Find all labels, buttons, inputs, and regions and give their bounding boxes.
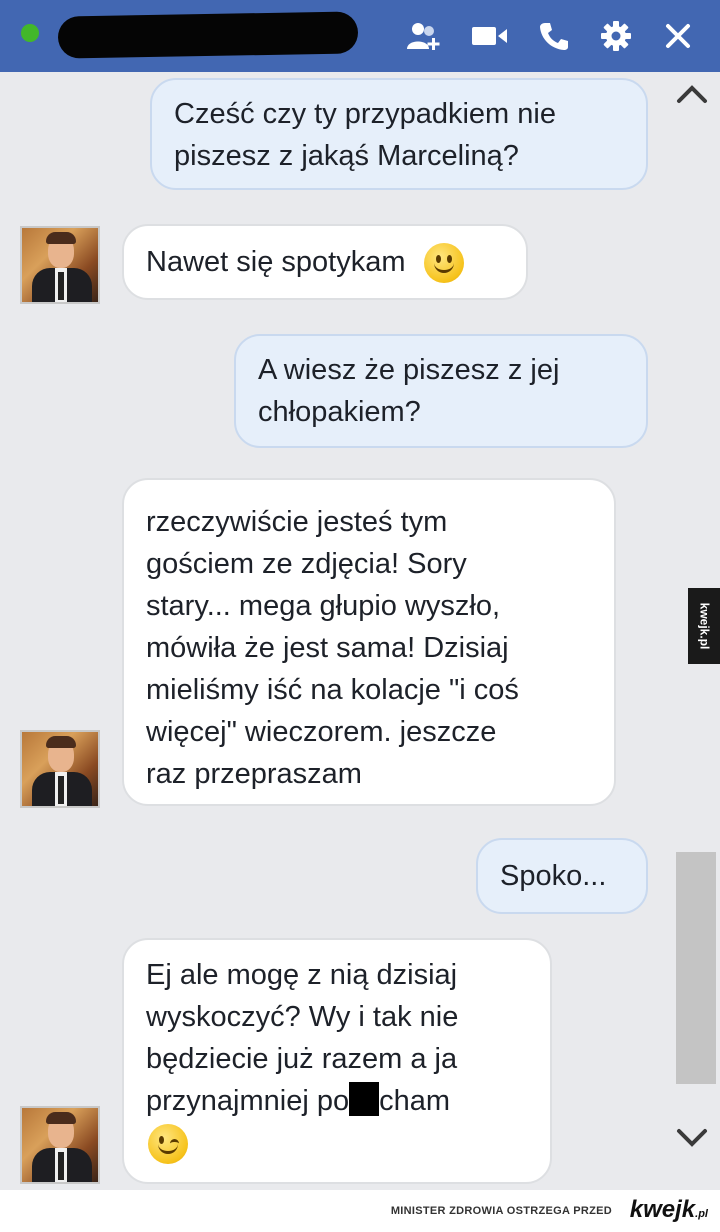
incoming-message: Ej ale mogę z nią dzisiaj wyskoczyć? Wy …: [122, 938, 552, 1184]
outgoing-message: Cześć czy ty przypadkiem nie piszesz z j…: [150, 78, 648, 190]
message-text: cham: [379, 1085, 451, 1117]
message-line: mieliśmy iść na kolacje "i coś: [146, 674, 519, 706]
scroll-down-arrow-icon[interactable]: [672, 1118, 712, 1158]
side-watermark: kwejk.pl: [688, 588, 720, 664]
side-watermark-text: kwejk.pl: [697, 602, 711, 650]
message-line: Ej ale mogę z nią dzisiaj: [146, 959, 458, 991]
message-line: Nawet się spotykam: [146, 246, 406, 278]
message-line: wyskoczyć? Wy i tak nie: [146, 1001, 459, 1033]
incoming-message: rzeczywiście jesteś tym gościem ze zdjęc…: [122, 478, 616, 806]
message-line: A wiesz że piszesz z jej: [258, 354, 560, 386]
wink-emoji-icon: [148, 1124, 188, 1165]
kwejk-logo: kwejk.pl: [630, 1196, 708, 1224]
message-line: Cześć czy ty przypadkiem nie: [174, 98, 556, 130]
message-line: gościem ze zdjęcia! Sory: [146, 548, 467, 580]
chat-header: [0, 0, 720, 72]
message-line: będziecie już razem a ja: [146, 1043, 458, 1075]
scroll-up-arrow-icon[interactable]: [672, 74, 712, 114]
add-person-icon[interactable]: [404, 16, 444, 56]
footer-warning-text: MINISTER ZDROWIA OSTRZEGA PRZED: [390, 1205, 612, 1217]
message-line: stary... mega głupio wyszło,: [146, 590, 501, 622]
scrollbar-thumb[interactable]: [676, 852, 716, 1084]
close-icon[interactable]: [658, 16, 698, 56]
message-line: [146, 1122, 528, 1166]
settings-gear-icon[interactable]: [596, 16, 636, 56]
online-status-indicator: [21, 24, 39, 42]
message-line: rzeczywiście jesteś tym: [146, 506, 448, 538]
incoming-message: Nawet się spotykam: [122, 224, 528, 300]
message-text: przynajmniej po: [146, 1085, 350, 1117]
conversation-area: Cześć czy ty przypadkiem nie piszesz z j…: [0, 72, 720, 1190]
contact-avatar[interactable]: [20, 226, 100, 304]
message-line: mówiła że jest sama! Dzisiaj: [146, 632, 509, 664]
message-line: więcej" wieczorem. jeszcze: [146, 716, 497, 748]
phone-call-icon[interactable]: [534, 16, 574, 56]
message-line: raz przepraszam: [146, 758, 362, 790]
logo-text: kwejk: [629, 1196, 696, 1223]
contact-avatar[interactable]: [20, 1106, 100, 1184]
smile-emoji-icon: [423, 243, 464, 284]
message-line: Spoko...: [500, 860, 607, 892]
contact-avatar[interactable]: [20, 730, 100, 808]
censor-block: [349, 1082, 380, 1116]
message-line: przynajmniej po cham: [146, 1080, 528, 1122]
message-line: piszesz z jakąś Marceliną?: [174, 140, 519, 172]
logo-suffix: .pl: [695, 1208, 708, 1220]
footer-watermark: MINISTER ZDROWIA OSTRZEGA PRZED kwejk.pl: [0, 1190, 720, 1232]
video-call-icon[interactable]: [470, 16, 510, 56]
outgoing-message: Spoko...: [476, 838, 648, 914]
redacted-contact-name: [57, 11, 359, 59]
message-line: chłopakiem?: [258, 396, 421, 428]
outgoing-message: A wiesz że piszesz z jej chłopakiem?: [234, 334, 648, 448]
